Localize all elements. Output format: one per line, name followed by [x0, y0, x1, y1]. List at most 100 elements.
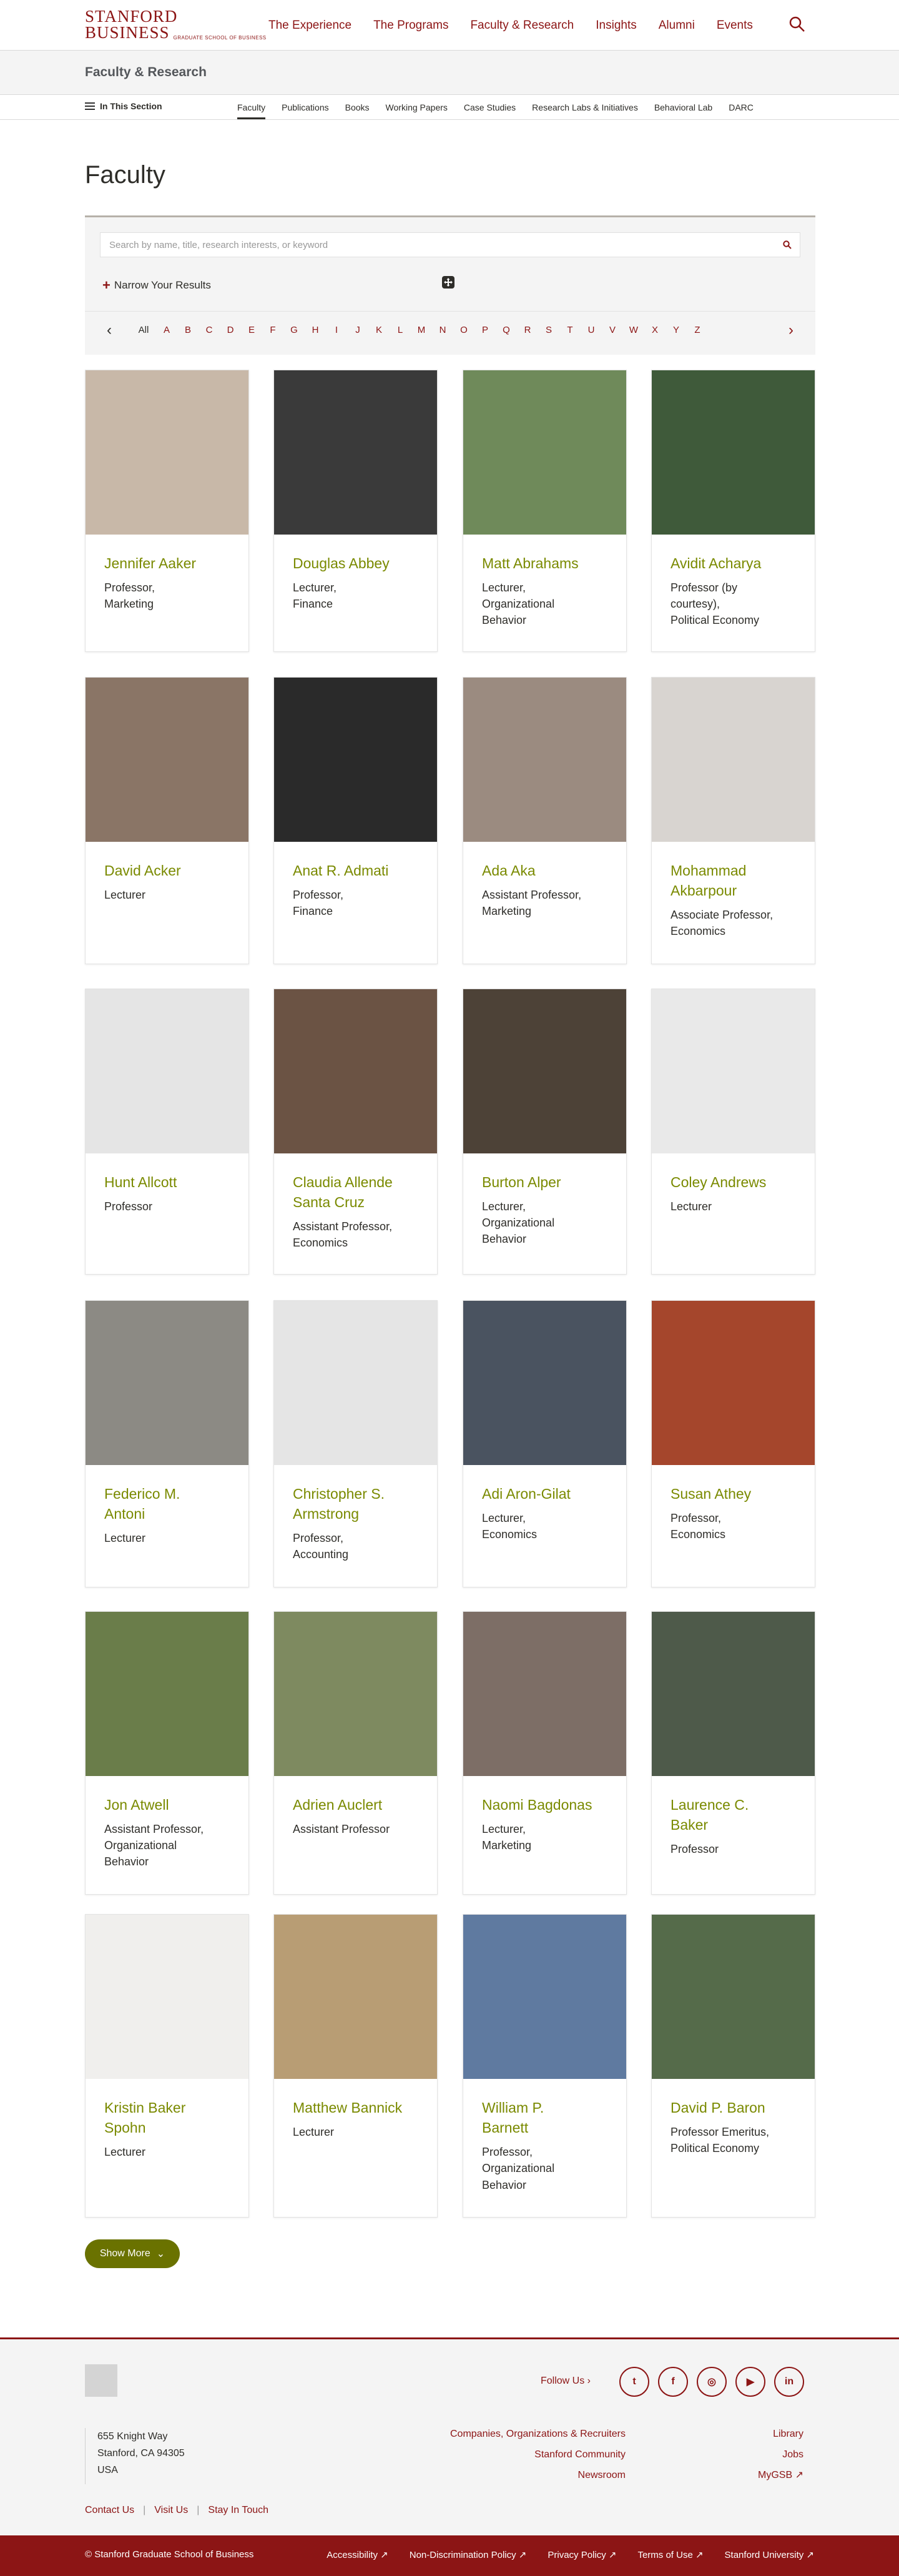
faculty-card[interactable]: Jennifer Aaker Professor, Marketing [85, 370, 249, 652]
faculty-photo[interactable] [463, 678, 626, 842]
faculty-name[interactable]: Claudia Allende Santa Cruz [293, 1172, 418, 1212]
letter-i[interactable]: I [326, 325, 347, 335]
footer-link[interactable]: Library [758, 2424, 803, 2445]
tab-research-labs-initiatives[interactable]: Research Labs & Initiatives [532, 102, 638, 119]
letter-g[interactable]: G [283, 325, 305, 335]
legal-link[interactable]: Privacy Policy ↗ [548, 2549, 616, 2560]
letter-h[interactable]: H [305, 325, 326, 335]
faculty-photo[interactable] [652, 1301, 815, 1465]
letter-y[interactable]: Y [666, 325, 687, 335]
chevron-left-icon[interactable]: ‹ [100, 322, 119, 339]
faculty-name[interactable]: Naomi Bagdonas [482, 1795, 607, 1815]
faculty-photo[interactable] [274, 1301, 437, 1465]
footer-link[interactable]: Jobs [758, 2445, 803, 2465]
letter-c[interactable]: C [199, 325, 220, 335]
letter-l[interactable]: L [390, 325, 411, 335]
letter-k[interactable]: K [368, 325, 390, 335]
tab-darc[interactable]: DARC [729, 102, 754, 119]
nav-link[interactable]: Alumni [659, 19, 695, 32]
faculty-card[interactable]: Susan Athey Professor, Economics [651, 1300, 815, 1587]
letter-t[interactable]: T [559, 325, 581, 335]
faculty-card[interactable]: Adrien Auclert Assistant Professor [273, 1611, 438, 1895]
letter-r[interactable]: R [517, 325, 538, 335]
footer-link[interactable]: Stanford Community [450, 2445, 626, 2465]
letter-o[interactable]: O [453, 325, 474, 335]
faculty-card[interactable]: Coley Andrews Lecturer [651, 989, 815, 1275]
stanford-business-logo[interactable]: STANFORD BUSINESS GRADUATE SCHOOL OF BUSI… [85, 8, 267, 41]
letter-n[interactable]: N [432, 325, 453, 335]
search-icon[interactable] [789, 16, 805, 32]
faculty-card[interactable]: Kristin Baker Spohn Lecturer [85, 1914, 249, 2218]
faculty-name[interactable]: Christopher S. Armstrong [293, 1484, 418, 1524]
faculty-card[interactable]: Matt Abrahams Lecturer, Organizational Be… [463, 370, 627, 652]
nav-link[interactable]: Faculty & Research [470, 19, 574, 32]
letter-x[interactable]: X [644, 325, 666, 335]
faculty-name[interactable]: Adrien Auclert [293, 1795, 418, 1815]
faculty-name[interactable]: Jennifer Aaker [104, 553, 230, 573]
faculty-card[interactable]: William P. Barnett Professor, Organizatio… [463, 1914, 627, 2218]
faculty-name[interactable]: Anat R. Admati [293, 861, 418, 881]
faculty-name[interactable]: Ada Aka [482, 861, 607, 881]
faculty-card[interactable]: Burton Alper Lecturer, Organizational Beh… [463, 989, 627, 1275]
letter-s[interactable]: S [538, 325, 559, 335]
faculty-name[interactable]: Avidit Acharya [671, 553, 796, 573]
legal-link[interactable]: Terms of Use ↗ [637, 2549, 703, 2560]
faculty-name[interactable]: David P. Baron [671, 2098, 796, 2118]
nav-link[interactable]: Insights [596, 19, 636, 32]
letter-all[interactable]: All [131, 325, 156, 335]
legal-link[interactable]: Stanford University ↗ [725, 2549, 814, 2560]
faculty-name[interactable]: Kristin Baker Spohn [104, 2098, 230, 2138]
in-this-section-toggle[interactable]: In This Section [85, 101, 162, 111]
faculty-photo[interactable] [86, 1915, 248, 2079]
faculty-photo[interactable] [463, 1612, 626, 1776]
faculty-name[interactable]: Matt Abrahams [482, 553, 607, 573]
faculty-photo[interactable] [274, 1612, 437, 1776]
faculty-photo[interactable] [652, 1612, 815, 1776]
faculty-card[interactable]: Avidit Acharya Professor (by courtesy), P… [651, 370, 815, 652]
faculty-photo[interactable] [86, 678, 248, 842]
faculty-photo[interactable] [652, 1915, 815, 2079]
faculty-card[interactable]: Hunt Allcott Professor [85, 989, 249, 1275]
section-title[interactable]: Faculty & Research [85, 65, 207, 80]
footer-link[interactable]: Visit Us [154, 2505, 188, 2516]
faculty-photo[interactable] [86, 370, 248, 535]
faculty-card[interactable]: Adi Aron-Gilat Lecturer, Economics [463, 1300, 627, 1587]
show-more-button[interactable]: Show More ⌄ [85, 2239, 180, 2268]
faculty-photo[interactable] [652, 678, 815, 842]
faculty-photo[interactable] [463, 989, 626, 1153]
faculty-search-input[interactable] [101, 233, 762, 257]
letter-a[interactable]: A [156, 325, 177, 335]
faculty-card[interactable]: David Acker Lecturer [85, 677, 249, 964]
faculty-name[interactable]: Matthew Bannick [293, 2098, 418, 2118]
nav-link[interactable]: The Experience [268, 19, 351, 32]
letter-q[interactable]: Q [496, 325, 517, 335]
facebook-icon[interactable]: f [658, 2367, 688, 2397]
letter-v[interactable]: V [602, 325, 623, 335]
letter-f[interactable]: F [262, 325, 283, 335]
faculty-card[interactable]: Ada Aka Assistant Professor, Marketing [463, 677, 627, 964]
faculty-photo[interactable] [274, 989, 437, 1153]
faculty-photo[interactable] [652, 370, 815, 535]
faculty-name[interactable]: Mohammad Akbarpour [671, 861, 796, 901]
legal-link[interactable]: Non-Discrimination Policy ↗ [410, 2549, 527, 2560]
faculty-card[interactable]: Jon Atwell Assistant Professor, Organizat… [85, 1611, 249, 1895]
legal-link[interactable]: Accessibility ↗ [327, 2549, 388, 2560]
faculty-name[interactable]: Federico M. Antoni [104, 1484, 230, 1524]
letter-w[interactable]: W [623, 325, 644, 335]
faculty-name[interactable]: Coley Andrews [671, 1172, 796, 1192]
drag-handle-icon[interactable] [441, 275, 456, 290]
footer-logo[interactable] [85, 2364, 117, 2397]
tab-behavioral-lab[interactable]: Behavioral Lab [654, 102, 712, 119]
footer-link[interactable]: MyGSB ↗ [758, 2465, 803, 2486]
chevron-right-icon[interactable]: › [782, 322, 800, 339]
faculty-name[interactable]: David Acker [104, 861, 230, 881]
footer-link[interactable]: Newsroom [450, 2465, 626, 2486]
youtube-icon[interactable]: ▶ [735, 2367, 765, 2397]
faculty-photo[interactable] [86, 989, 248, 1153]
tab-books[interactable]: Books [345, 102, 370, 119]
faculty-card[interactable]: Christopher S. Armstrong Professor, Accou… [273, 1300, 438, 1587]
footer-link[interactable]: Companies, Organizations & Recruiters [450, 2424, 626, 2445]
faculty-card[interactable]: Laurence C. Baker Professor [651, 1611, 815, 1895]
faculty-card[interactable]: Anat R. Admati Professor, Finance [273, 677, 438, 964]
letter-d[interactable]: D [220, 325, 241, 335]
